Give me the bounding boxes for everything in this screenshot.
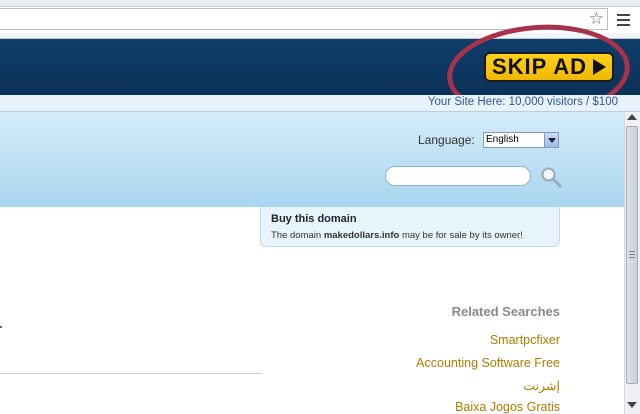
related-link[interactable]: Smartpcfixer (490, 333, 560, 347)
bookmark-star-icon[interactable]: ☆ (589, 9, 604, 29)
buy-domain-name: makedollars.info (323, 230, 400, 241)
ad-info-text[interactable]: Your Site Here: 10,000 visitors / $100 (428, 96, 618, 108)
language-select-value: English (486, 134, 519, 145)
scroll-down-arrow-icon[interactable] (627, 402, 637, 408)
related-searches-title: Related Searches (451, 304, 560, 319)
grip-line (629, 257, 635, 258)
browser-toolbar (0, 0, 640, 7)
language-label: Language: (418, 133, 475, 147)
language-select[interactable]: English (483, 132, 559, 148)
grip-line (629, 251, 635, 252)
content-marker (0, 326, 2, 328)
buy-domain-title[interactable]: Buy this domain (271, 213, 357, 225)
related-link[interactable]: Baixa Jogos Gratis (455, 400, 560, 414)
page-header (0, 112, 624, 207)
buy-domain-box: Buy this domain The domain makedollars.i… (260, 207, 560, 247)
magnifier-icon[interactable] (540, 166, 562, 188)
divider (0, 373, 262, 374)
chevron-down-icon[interactable] (544, 133, 558, 147)
menu-icon[interactable] (617, 14, 630, 29)
scrollbar-thumb[interactable] (626, 126, 638, 384)
search-input[interactable] (385, 166, 531, 186)
related-link[interactable]: إشرنت (523, 378, 560, 393)
buy-domain-description: The domain makedollars.info may be for s… (271, 230, 523, 241)
related-link[interactable]: Accounting Software Free (416, 356, 560, 370)
grip-line (629, 254, 635, 255)
buy-domain-desc-prefix: The domain (271, 230, 324, 241)
scroll-up-arrow-icon[interactable] (627, 114, 637, 120)
buy-domain-desc-suffix: may be for sale by its owner! (399, 230, 523, 241)
